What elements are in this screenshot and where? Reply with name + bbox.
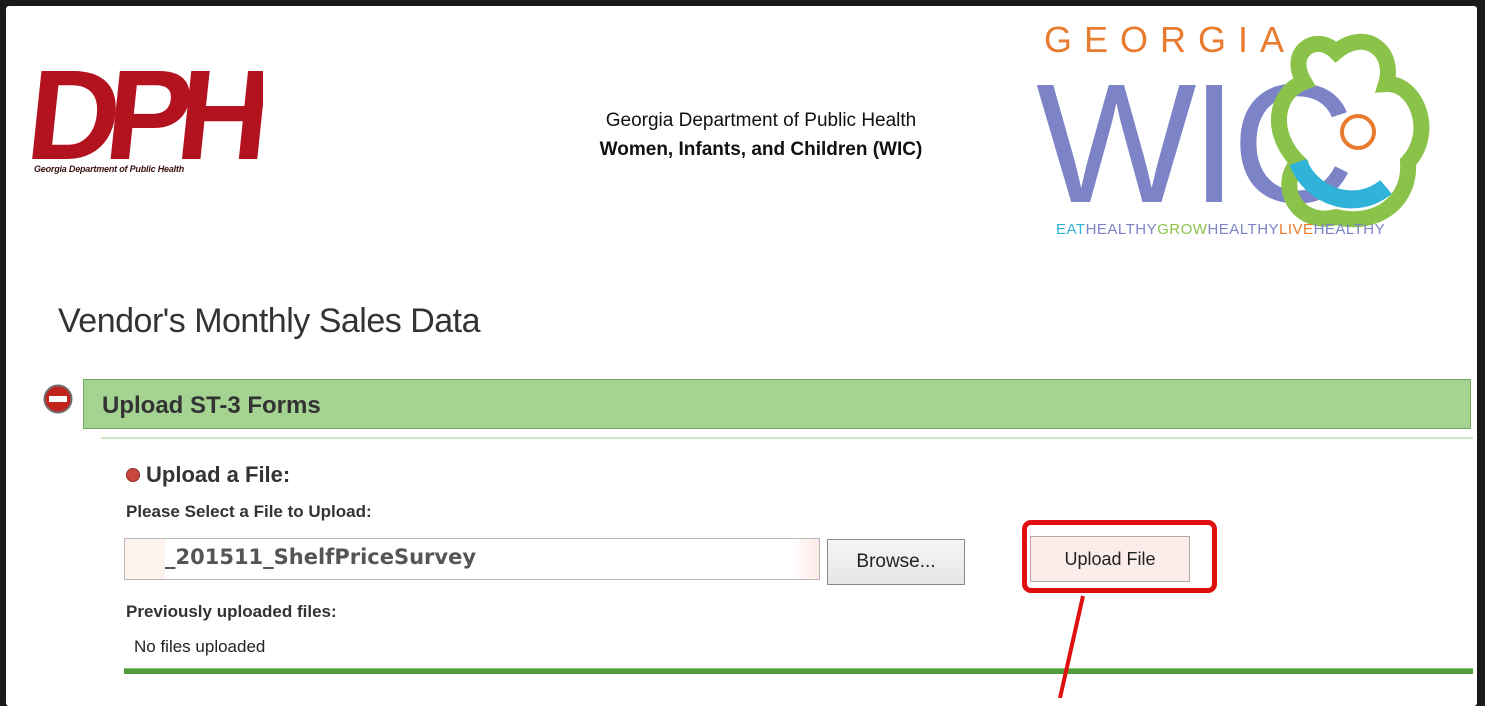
browse-button[interactable]: Browse... bbox=[827, 539, 965, 585]
section-header-upload-st3[interactable]: Upload ST-3 Forms bbox=[83, 379, 1471, 429]
page-title: Vendor's Monthly Sales Data bbox=[58, 302, 481, 340]
highlight-annotation bbox=[1022, 520, 1217, 593]
georgia-wic-logo: GEORGIA WIC EATHEALTHYGROWHEALTHYLIVEHEA… bbox=[1036, 19, 1430, 239]
header: DPH Georgia Department of Public Health … bbox=[6, 6, 1477, 256]
upload-heading-text: Upload a File: bbox=[146, 462, 291, 487]
tagline-eat: EAT bbox=[1056, 221, 1086, 238]
tagline-grow: GROW bbox=[1157, 221, 1208, 238]
section-bottom-rule bbox=[124, 668, 1473, 674]
header-title: Georgia Department of Public Health Wome… bbox=[526, 106, 996, 164]
dph-logo-caption: Georgia Department of Public Health bbox=[34, 164, 185, 174]
page-frame: DPH Georgia Department of Public Health … bbox=[6, 6, 1477, 706]
department-name: Georgia Department of Public Health bbox=[605, 110, 917, 131]
section-divider bbox=[101, 437, 1473, 439]
tagline-live: LIVE bbox=[1279, 221, 1314, 238]
tagline-healthy-1: HEALTHY bbox=[1086, 221, 1158, 238]
bullet-icon bbox=[126, 468, 140, 482]
tagline-healthy-3: HEALTHY bbox=[1314, 221, 1386, 238]
previous-files-label: Previously uploaded files: bbox=[126, 602, 337, 621]
select-file-label: Please Select a File to Upload: bbox=[126, 502, 372, 521]
section-title: Upload ST-3 Forms bbox=[102, 392, 321, 419]
svg-text:EATHEALTHYGROWHEALTHYLIVEHEALT: EATHEALTHYGROWHEALTHYLIVEHEALTHY bbox=[1056, 221, 1385, 238]
tagline-healthy-2: HEALTHY bbox=[1207, 221, 1279, 238]
file-path-input[interactable]: _201511_ShelfPriceSurvey bbox=[124, 538, 820, 580]
minus-circle-icon[interactable] bbox=[43, 384, 73, 414]
program-name: Women, Infants, and Children (WIC) bbox=[599, 139, 923, 160]
no-files-text: No files uploaded bbox=[134, 637, 266, 656]
upload-heading: Upload a File: bbox=[126, 462, 290, 488]
